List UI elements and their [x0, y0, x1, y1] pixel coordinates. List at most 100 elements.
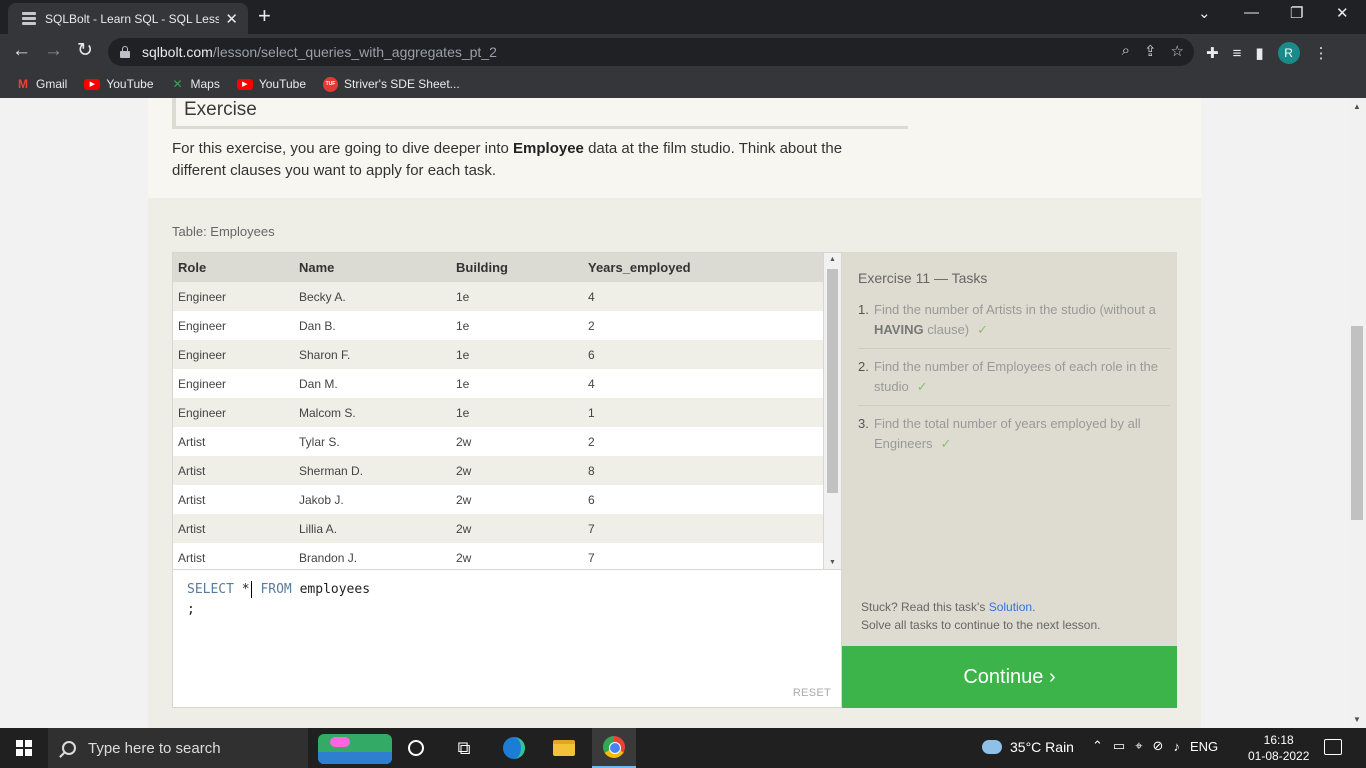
sql-star: *	[241, 582, 250, 597]
network-icon[interactable]: ⌖	[1135, 738, 1142, 754]
clock[interactable]: 16:18 01-08-2022	[1248, 732, 1309, 764]
side-panel-icon[interactable]: ▮	[1255, 44, 1263, 62]
table-cell: Tylar S.	[299, 427, 456, 456]
avatar[interactable]: R	[1277, 42, 1300, 64]
close-window-button[interactable]: ✕	[1336, 4, 1349, 22]
task-item: 2. Find the number of Employees of each r…	[858, 357, 1170, 406]
table-cell: Dan M.	[299, 369, 456, 398]
page-scroll-thumb[interactable]	[1351, 326, 1363, 520]
search-highlight-icon[interactable]	[318, 734, 392, 764]
share-icon[interactable]: ⇪	[1144, 42, 1157, 60]
windows-taskbar: Type here to search ⧉ 35°C Rain ⌃ ▭ ⌖ ⊘ …	[0, 728, 1366, 768]
solution-link[interactable]: Solution	[989, 600, 1032, 614]
table-cell: 4	[588, 282, 823, 311]
table-cell: 1e	[456, 369, 588, 398]
table-cell: Engineer	[173, 282, 299, 311]
continue-button[interactable]: Continue ›	[842, 646, 1177, 708]
notification-icon[interactable]	[1324, 739, 1342, 755]
edge-icon[interactable]	[502, 737, 526, 759]
table-cell: Engineer	[173, 311, 299, 340]
maps-icon: ✕	[172, 77, 183, 91]
tab-search-icon[interactable]: ⌄	[1198, 4, 1211, 22]
table-cell: Lillia A.	[299, 514, 456, 543]
page-scrollbar[interactable]: ▲ ▼	[1349, 98, 1366, 728]
minimize-button[interactable]: —	[1244, 4, 1259, 21]
table-row: Engineer Dan B. 1e 2	[173, 311, 823, 340]
bookmark-youtube-2[interactable]: ▶ YouTube	[236, 77, 306, 91]
chrome-taskbar-button[interactable]	[592, 728, 636, 768]
chevron-up-icon[interactable]: ⌃	[1092, 738, 1103, 754]
table-caption: Table: Employees	[172, 224, 275, 239]
windows-start-icon[interactable]	[16, 740, 32, 756]
task-number: 1.	[858, 302, 869, 317]
table-cell: 1	[588, 398, 823, 427]
table-scroll-thumb[interactable]	[827, 269, 838, 493]
bookmark-gmail[interactable]: M Gmail	[16, 77, 67, 91]
table-row: Artist Tylar S. 2w 2	[173, 427, 823, 456]
scroll-down-icon[interactable]: ▼	[1353, 715, 1361, 724]
cortana-icon[interactable]	[404, 737, 428, 759]
table-cell: Engineer	[173, 340, 299, 369]
table-scrollbar[interactable]: ▲ ▼	[824, 252, 842, 570]
column-header: Name	[299, 253, 456, 282]
table-cell: 1e	[456, 282, 588, 311]
table-cell: 2	[588, 427, 823, 456]
language-indicator[interactable]: ENG	[1190, 739, 1218, 754]
taskbar-search[interactable]: Type here to search	[48, 728, 308, 768]
weather-widget[interactable]: 35°C Rain	[982, 739, 1074, 755]
page-viewport: Exercise For this exercise, you are goin…	[0, 98, 1349, 728]
checkmark-icon: ✓	[940, 436, 952, 451]
tuf-icon: TUF	[323, 76, 338, 92]
scroll-up-icon[interactable]: ▲	[829, 256, 836, 263]
checkmark-icon: ✓	[977, 322, 989, 337]
lock-icon[interactable]	[120, 46, 130, 58]
task-text: Find the number of Artists in the studio…	[874, 300, 1170, 340]
sql-editor[interactable]: SELECT * FROM employees ; RESET	[172, 570, 842, 708]
table-cell: 2w	[456, 485, 588, 514]
wifi-off-icon[interactable]: ⊘	[1153, 738, 1164, 754]
chrome-icon	[602, 736, 626, 758]
table-cell: 7	[588, 514, 823, 543]
reload-button[interactable]: ↻	[77, 40, 93, 62]
bookmark-maps[interactable]: ✕ Maps	[171, 77, 219, 91]
tasks-panel: Exercise 11 — Tasks 1. Find the number of…	[842, 252, 1177, 646]
gmail-icon: M	[18, 77, 28, 91]
media-queue-icon[interactable]: ≡	[1233, 45, 1242, 62]
zoom-icon[interactable]: ⌕	[1122, 42, 1130, 60]
reset-button[interactable]: RESET	[793, 687, 831, 699]
bookmark-youtube[interactable]: ▶ YouTube	[84, 77, 154, 91]
task-view-icon[interactable]: ⧉	[452, 737, 476, 759]
tab-strip: SQLBolt - Learn SQL - SQL Lesso ✕ + ⌄ — …	[0, 0, 1366, 34]
employees-table[interactable]: Role Name Building Years_employed Engine…	[172, 252, 824, 570]
sql-keyword: FROM	[260, 582, 292, 597]
restore-button[interactable]: ❐	[1290, 4, 1303, 22]
table-row: Engineer Dan M. 1e 4	[173, 369, 823, 398]
scroll-up-icon[interactable]: ▲	[1353, 102, 1361, 111]
forward-button[interactable]: →	[44, 40, 63, 62]
scroll-down-icon[interactable]: ▼	[829, 559, 836, 566]
back-button[interactable]: ←	[12, 40, 31, 62]
bookmark-striver-sheet[interactable]: TUF Striver's SDE Sheet...	[323, 76, 460, 92]
table-row: Engineer Sharon F. 1e 6	[173, 340, 823, 369]
close-tab-icon[interactable]: ✕	[225, 10, 238, 28]
menu-icon[interactable]: ⋮	[1314, 44, 1329, 62]
exercise-heading: Exercise	[184, 99, 257, 120]
search-icon	[62, 741, 76, 755]
sql-code[interactable]: SELECT * FROM employees ;	[187, 580, 370, 620]
browser-tab[interactable]: SQLBolt - Learn SQL - SQL Lesso ✕	[8, 3, 248, 34]
table-cell: Artist	[173, 485, 299, 514]
table-cell: Sharon F.	[299, 340, 456, 369]
battery-icon[interactable]: ▭	[1113, 738, 1125, 754]
file-explorer-icon[interactable]	[552, 737, 576, 759]
new-tab-button[interactable]: +	[258, 4, 271, 28]
text-cursor	[250, 581, 252, 598]
bookmark-star-icon[interactable]: ☆	[1171, 42, 1184, 60]
extensions-icon[interactable]: ✚	[1206, 44, 1219, 62]
address-bar[interactable]: sqlbolt.com /lesson/select_queries_with_…	[108, 38, 1194, 66]
volume-icon[interactable]: ♪	[1173, 739, 1180, 754]
task-item: 1. Find the number of Artists in the stud…	[858, 300, 1170, 349]
system-tray: ⌃ ▭ ⌖ ⊘ ♪ ENG	[1092, 738, 1218, 754]
column-header: Role	[173, 253, 299, 282]
table-cell: Artist	[173, 514, 299, 543]
table-cell: 2w	[456, 427, 588, 456]
